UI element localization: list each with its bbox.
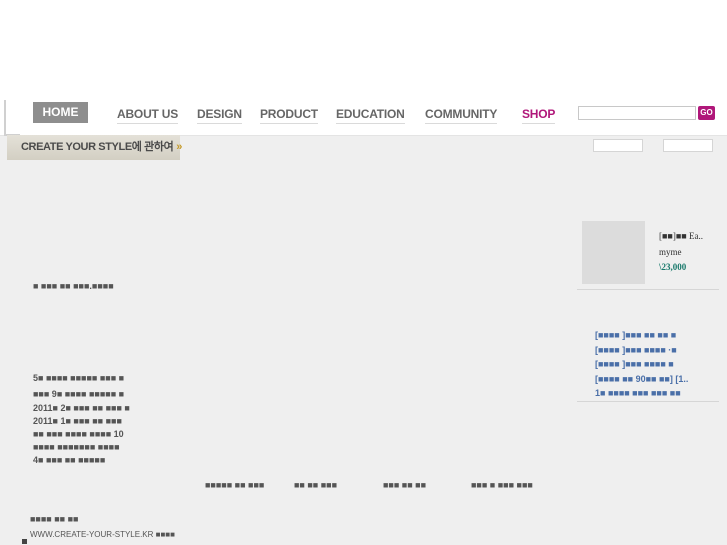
list-item-text: 5■ ■■■■ ■■■■■ ■■■ ■ (33, 373, 125, 383)
site-url: WWW.CREATE-YOUR-STYLE.KR ■■■■ (30, 530, 175, 539)
divider (577, 289, 719, 290)
bullet-icon (22, 539, 27, 544)
nav-design[interactable]: DESIGN (197, 106, 242, 124)
notice-item[interactable]: ■ ■■■ ■■ ■■■.■■■■ (33, 281, 114, 291)
login-field-box[interactable] (593, 139, 643, 152)
banner-text: CREATE YOUR STYLE에 관하여 (21, 141, 174, 153)
side-list-item[interactable]: [■■■■ ]■■■ ■■ ■■ ■ (595, 330, 676, 340)
search-input[interactable] (578, 106, 696, 120)
list-item-text: ■■■ 9■ ■■■■ ■■■■■ ■ (33, 389, 125, 399)
top-header-area (0, 0, 727, 95)
search-go-button[interactable]: GO (698, 106, 715, 120)
side-list-item[interactable]: [■■■■ ■■ 90■■ ■■] [1.. (595, 374, 688, 384)
nav-product[interactable]: PRODUCT (260, 106, 318, 124)
list-item-text: ■■ ■■■ ■■■■ ■■■■ 10 (33, 429, 124, 439)
side-list-item[interactable]: 1■ ■■■■ ■■■ ■■■ ■■ (595, 388, 681, 398)
nav-community[interactable]: COMMUNITY (425, 106, 497, 124)
footer-title-text: ■■■■ ■■ ■■ (30, 514, 79, 524)
product-name[interactable]: [■■]■■ Ea.. (659, 231, 703, 241)
divider (577, 401, 719, 402)
footer-link[interactable]: ■■■■■ ■■ ■■■ (205, 480, 264, 490)
about-banner[interactable]: CREATE YOUR STYLE에 관하여» (7, 135, 183, 160)
nav-home[interactable]: HOME (33, 102, 88, 123)
list-item[interactable]: 4■ ■■■ ■■ ■■■■■ (33, 455, 105, 465)
list-item-text: ■■■■ ■■■■■■■ ■■■■ (33, 442, 120, 452)
list-item[interactable]: ■■■ 9■ ■■■■ ■■■■■ ■ (33, 389, 124, 399)
side-list-item[interactable]: [■■■■ ]■■■ ■■■■ ·■ (595, 345, 677, 355)
list-item[interactable]: 2011■ 1■ ■■■ ■■ ■■■ (33, 416, 122, 426)
list-item-text: 4■ ■■■ ■■ ■■■■■ (33, 455, 106, 465)
footer-link[interactable]: ■■■ ■ ■■■ ■■■ (471, 480, 533, 490)
password-field-box[interactable] (663, 139, 713, 152)
footer-title: ■■■■ ■■ ■■ (30, 514, 79, 524)
nav-education[interactable]: EDUCATION (336, 106, 405, 124)
product-thumbnail[interactable] (582, 221, 645, 284)
list-item[interactable]: 5■ ■■■■ ■■■■■ ■■■ ■ (33, 373, 124, 383)
nav-corner-decoration (4, 100, 20, 136)
product-price: \23,000 (659, 262, 687, 272)
notice-text: ■ ■■■ ■■ ■■■.■■■■ (33, 281, 114, 291)
list-item-text: 2011■ 1■ ■■■ ■■ ■■■ (33, 416, 122, 426)
list-item-text: 2011■ 2■ ■■■ ■■ ■■■ ■ (33, 403, 130, 413)
nav-shop[interactable]: SHOP (522, 106, 555, 124)
list-item[interactable]: ■■ ■■■ ■■■■ ■■■■ 10 (33, 429, 124, 439)
footer-link[interactable]: ■■■ ■■ ■■ (383, 480, 426, 490)
list-item[interactable]: 2011■ 2■ ■■■ ■■ ■■■ ■ (33, 403, 130, 413)
footer-link[interactable]: ■■ ■■ ■■■ (294, 480, 337, 490)
double-arrow-icon: » (176, 141, 183, 153)
nav-about-us[interactable]: ABOUT US (117, 106, 178, 124)
product-brand: myme (659, 247, 682, 257)
list-item[interactable]: ■■■■ ■■■■■■■ ■■■■ (33, 442, 120, 452)
side-list-item[interactable]: [■■■■ ]■■■ ■■■■ ■ (595, 359, 674, 369)
